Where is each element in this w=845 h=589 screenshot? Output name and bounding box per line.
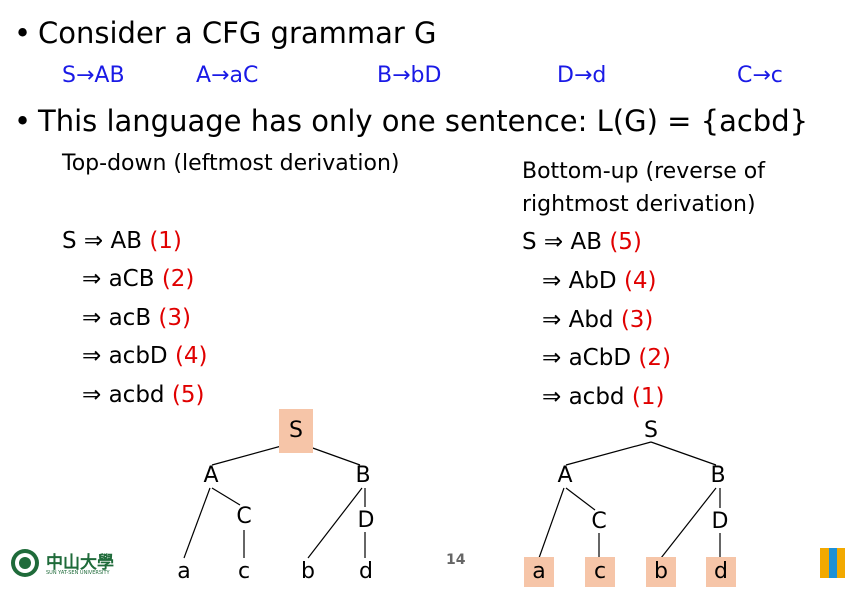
- tree-right-node-C: C: [591, 509, 607, 534]
- tree-right-node-B: B: [710, 463, 726, 488]
- tree-left-leaf-c: c: [237, 559, 251, 584]
- university-seal-icon: [11, 549, 39, 577]
- tree-left-leaf-b: b: [301, 559, 315, 584]
- tree-right-node-A: A: [557, 463, 573, 488]
- tree-left-leaf-d: d: [359, 559, 373, 584]
- tree-right-leaf-c: c: [585, 557, 615, 587]
- tree-right-leaf-b: b: [646, 557, 676, 587]
- tree-right-node-S: S: [644, 418, 658, 443]
- tree-left-node-A: A: [203, 463, 219, 488]
- corner-badge-icon: [820, 546, 845, 580]
- university-logo: 中山大學 SUN YAT-SEN UNIVERSITY: [10, 546, 130, 582]
- tree-left-node-B: B: [355, 463, 371, 488]
- tree-left-node-C: C: [236, 504, 252, 529]
- page-number: 14: [446, 552, 466, 568]
- tree-left-leaf-a: a: [177, 559, 191, 584]
- tree-left-node-D: D: [357, 508, 375, 533]
- tree-right-leaf-d: d: [706, 557, 736, 587]
- parse-tree-edges: [183, 441, 721, 559]
- tree-right-leaf-a: a: [524, 557, 554, 587]
- tree-right-node-D: D: [711, 509, 729, 534]
- logo-english-text: SUN YAT-SEN UNIVERSITY: [46, 570, 110, 576]
- tree-left-node-S: S: [279, 409, 313, 453]
